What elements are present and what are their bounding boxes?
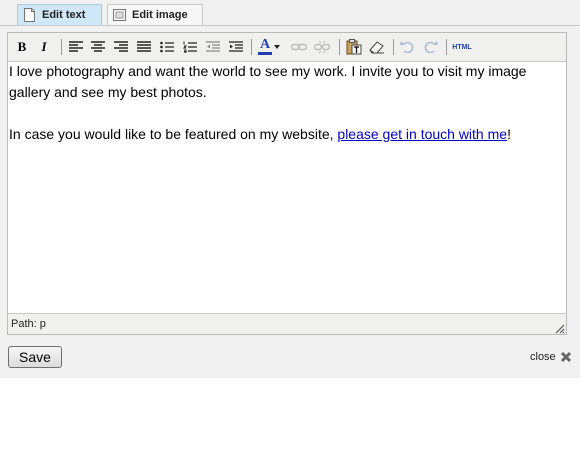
bullet-list-button[interactable] <box>157 37 177 57</box>
editor-panel: Edit text Edit image B I A HTML I love p… <box>0 0 580 378</box>
align-right-button[interactable] <box>111 37 131 57</box>
toolbar-separator <box>61 39 62 55</box>
undo-button[interactable] <box>397 37 417 57</box>
italic-button[interactable]: I <box>34 37 54 57</box>
close-icon <box>560 351 571 363</box>
paragraph-end: ! <box>507 126 511 142</box>
bullet-list-icon <box>160 41 174 53</box>
element-path: Path: p <box>11 318 46 330</box>
paragraph-text: In case you would like to be featured on… <box>9 126 338 142</box>
editor-statusbar: Path: p <box>8 313 566 334</box>
rich-text-editor: B I A HTML I love photography and want t… <box>7 32 567 335</box>
align-center-icon <box>91 41 105 52</box>
tab-edit-text[interactable]: Edit text <box>17 4 102 25</box>
editor-toolbar: B I A HTML <box>8 33 566 62</box>
tab-label: Edit image <box>132 9 188 21</box>
align-left-icon <box>69 41 83 52</box>
indent-button[interactable] <box>226 37 246 57</box>
paste-text-icon <box>346 39 362 55</box>
tab-label: Edit text <box>42 9 86 21</box>
text-color-button[interactable]: A <box>256 37 282 57</box>
toolbar-separator <box>446 39 447 55</box>
chevron-down-icon <box>274 45 280 49</box>
tab-divider <box>0 25 580 26</box>
align-justify-button[interactable] <box>134 37 154 57</box>
color-swatch <box>258 52 272 55</box>
outdent-icon <box>206 41 220 52</box>
resize-handle[interactable] <box>553 321 565 334</box>
unlink-icon <box>314 40 330 54</box>
toolbar-separator <box>251 39 252 55</box>
eraser-icon <box>369 41 384 54</box>
html-glyph: HTML <box>452 43 472 51</box>
tab-edit-image[interactable]: Edit image <box>107 4 203 25</box>
align-justify-icon <box>137 41 151 52</box>
paragraph: I love photography and want the world to… <box>9 63 527 100</box>
numbered-list-button[interactable] <box>180 37 200 57</box>
resize-grip-icon <box>555 324 565 334</box>
align-left-button[interactable] <box>66 37 86 57</box>
link-icon <box>291 43 307 51</box>
html-button[interactable]: HTML <box>450 37 474 57</box>
numbered-list-icon <box>183 41 197 53</box>
paragraph: In case you would like to be featured on… <box>8 124 566 145</box>
link-button[interactable] <box>289 37 309 57</box>
remove-format-button[interactable] <box>367 37 387 57</box>
toolbar-separator <box>339 39 340 55</box>
toolbar-separator <box>393 39 394 55</box>
text-color-glyph: A <box>260 37 271 52</box>
undo-icon <box>400 41 414 53</box>
close-button[interactable]: close <box>530 349 572 365</box>
redo-button[interactable] <box>421 37 441 57</box>
unlink-button[interactable] <box>312 37 332 57</box>
outdent-button[interactable] <box>203 37 223 57</box>
align-center-button[interactable] <box>88 37 108 57</box>
editor-content[interactable]: I love photography and want the world to… <box>8 61 566 313</box>
indent-icon <box>229 41 243 52</box>
paste-text-button[interactable] <box>344 37 364 57</box>
redo-icon <box>424 41 438 53</box>
save-button[interactable]: Save <box>8 346 62 368</box>
bold-glyph: B <box>17 39 27 54</box>
contact-link[interactable]: please get in touch with me <box>337 126 507 142</box>
italic-glyph: I <box>41 39 47 54</box>
bold-button[interactable]: B <box>12 37 32 57</box>
image-icon <box>113 8 126 22</box>
align-right-icon <box>114 41 128 52</box>
close-label: close <box>530 351 556 363</box>
page-icon <box>23 8 36 22</box>
